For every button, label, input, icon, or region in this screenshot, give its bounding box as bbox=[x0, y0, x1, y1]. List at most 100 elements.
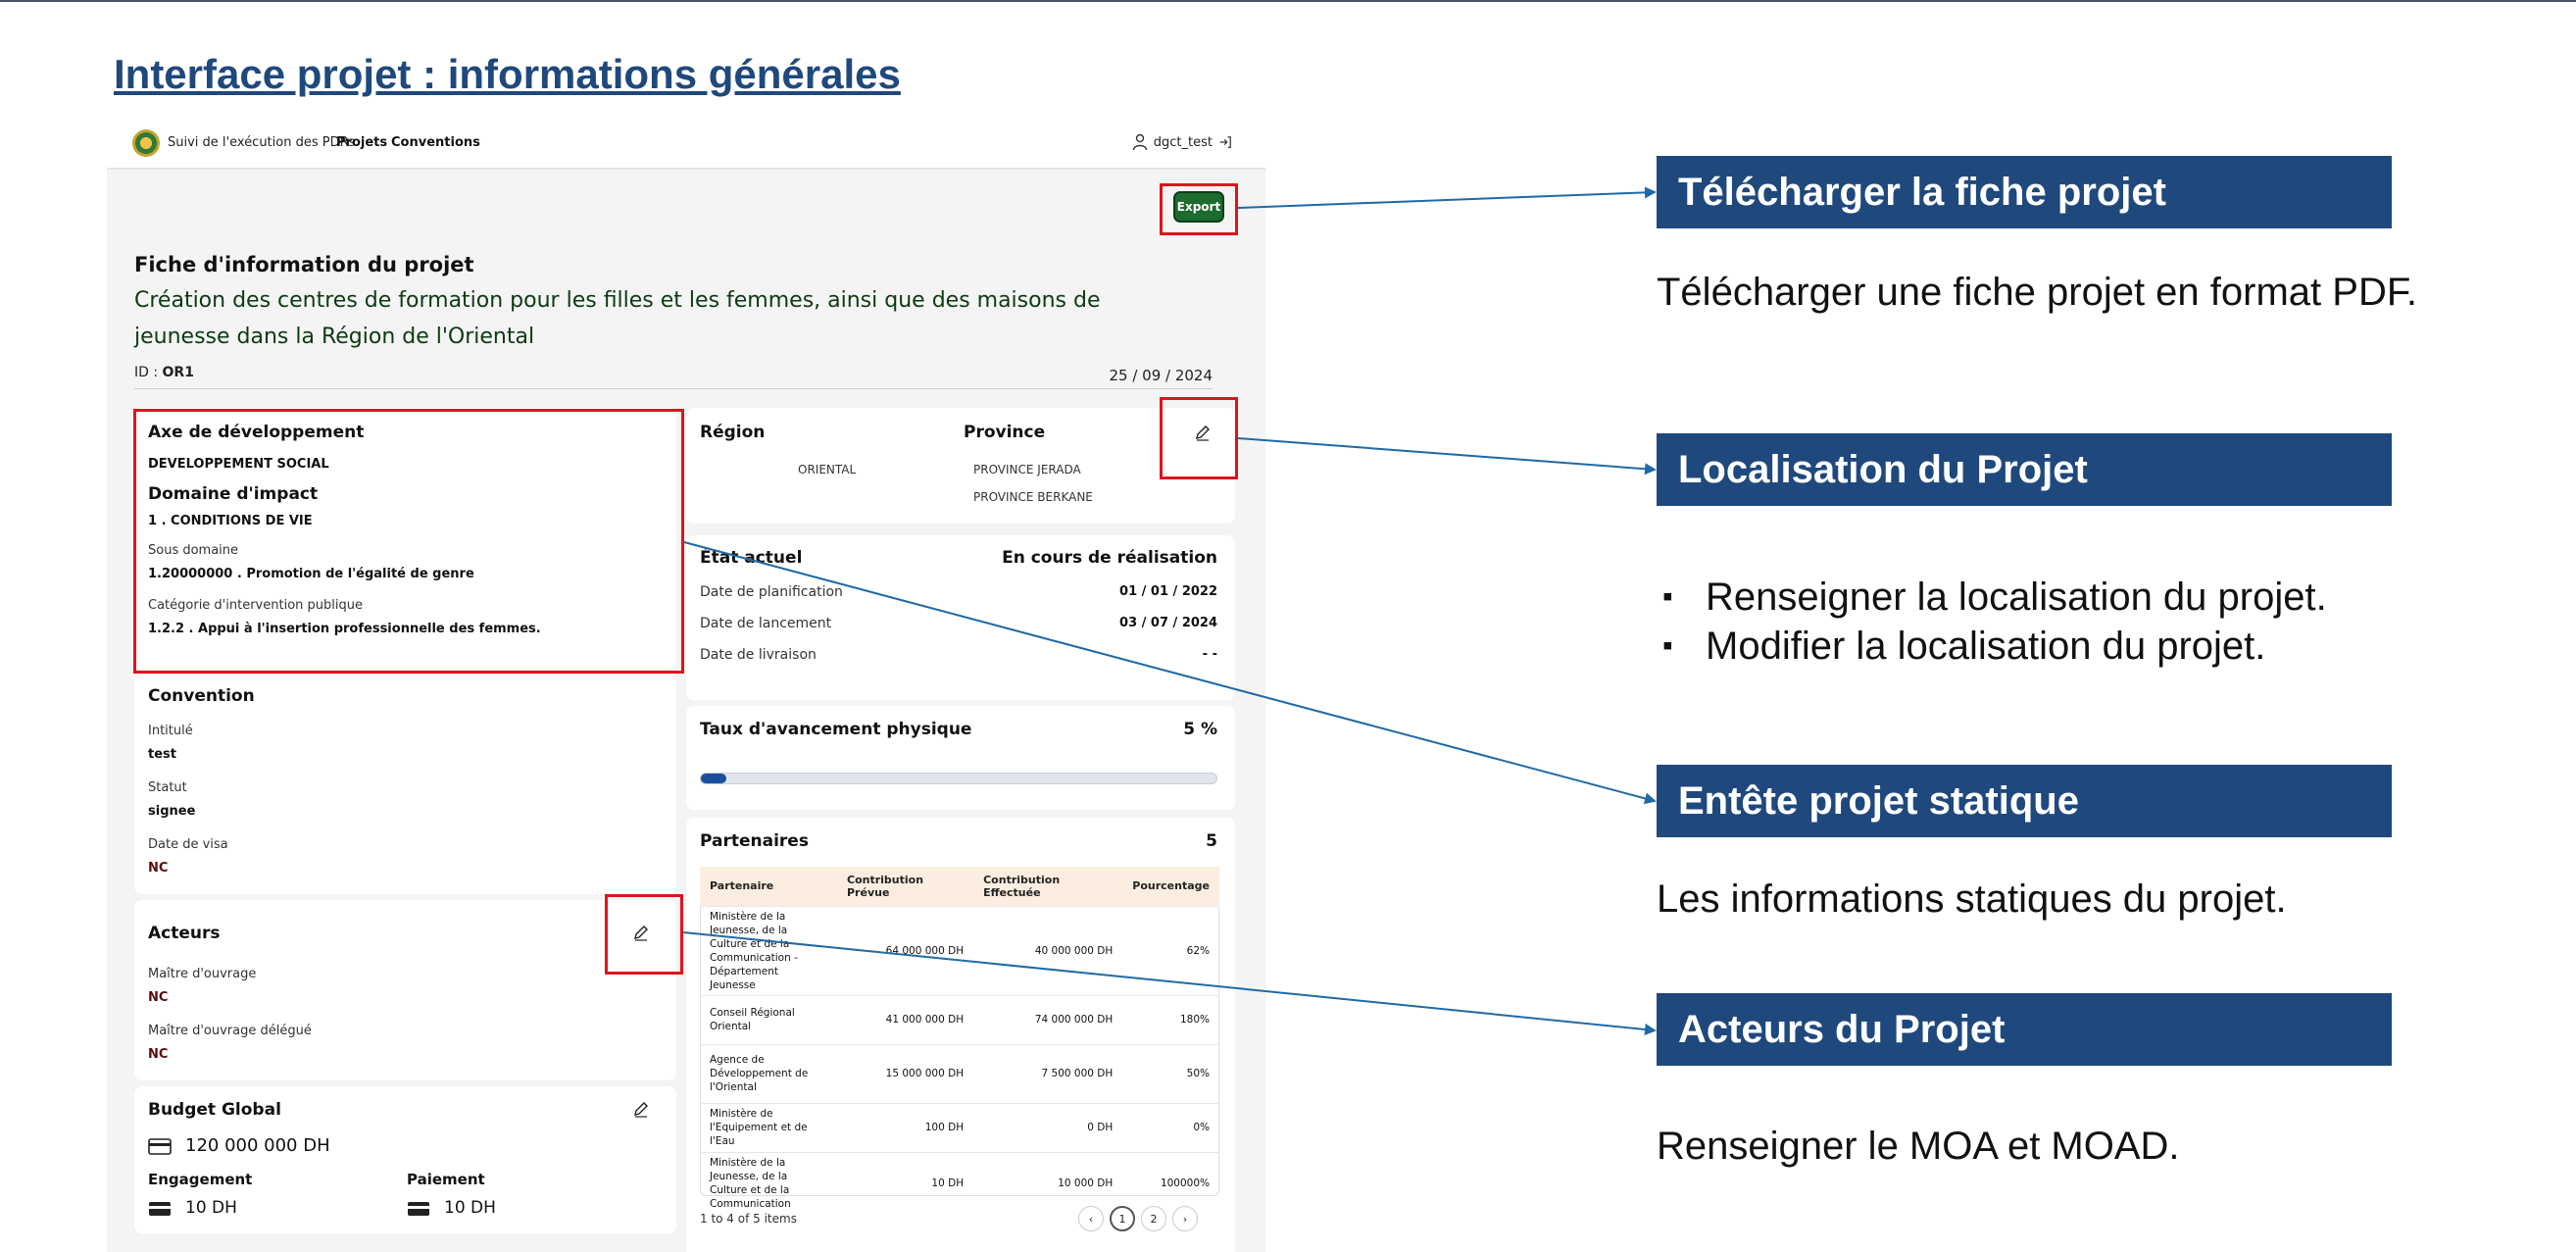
cell-prevue: 10 DH bbox=[837, 1151, 974, 1214]
partenaires-title: Partenaires bbox=[700, 831, 809, 851]
table-row: Ministère de l'Equipement et de l'Eau 10… bbox=[700, 1102, 1219, 1152]
cell-prevue: 64 000 000 DH bbox=[837, 905, 974, 995]
header-divider bbox=[134, 388, 1213, 389]
slide-top-border bbox=[0, 0, 2576, 2]
budget-title: Budget Global bbox=[148, 1100, 281, 1120]
username: dgct_test bbox=[1153, 134, 1213, 150]
engagement-value: 10 DH bbox=[185, 1198, 237, 1218]
project-date: 25 / 09 / 2024 bbox=[1109, 367, 1213, 384]
acteurs-title: Acteurs bbox=[148, 924, 221, 943]
partenaires-card: Partenaires 5 Partenaire Contribution Pr… bbox=[686, 818, 1235, 1252]
province-label: Province bbox=[964, 423, 1046, 442]
nav-projets[interactable]: Projets bbox=[336, 135, 387, 150]
convention-title: Convention bbox=[148, 686, 255, 706]
card-icon-engagement bbox=[149, 1202, 171, 1216]
cell-pourcentage: 0% bbox=[1122, 1102, 1219, 1152]
moa-label: Maître d'ouvrage bbox=[148, 967, 257, 981]
app-logo bbox=[132, 129, 160, 157]
statut-value: signee bbox=[148, 804, 196, 819]
callout-acteurs-desc: Renseigner le MOA et MOAD. bbox=[1657, 1125, 2180, 1168]
province-value-2: PROVINCE BERKANE bbox=[973, 490, 1093, 504]
table-row: Conseil Régional Oriental 41 000 000 DH … bbox=[700, 994, 1219, 1044]
visa-label: Date de visa bbox=[148, 837, 228, 852]
user-menu[interactable]: dgct_test bbox=[1132, 133, 1232, 151]
edit-budget-icon[interactable] bbox=[632, 1100, 650, 1118]
statut-label: Statut bbox=[148, 780, 187, 795]
moad-value: NC bbox=[148, 1047, 169, 1062]
table-row: Ministère de la Jeunesse, de la Culture … bbox=[700, 905, 1219, 995]
etat-status: En cours de réalisation bbox=[1002, 548, 1217, 568]
engagement-label: Engagement bbox=[148, 1171, 253, 1188]
highlight-acteurs bbox=[605, 894, 683, 975]
id-value: OR1 bbox=[162, 365, 194, 380]
cell-prevue: 41 000 000 DH bbox=[837, 994, 974, 1044]
localisation-card: Région Province ORIENTAL PROVINCE JERADA… bbox=[686, 408, 1235, 524]
callout-entete-title: Entête projet statique bbox=[1657, 765, 2392, 837]
arrow-export bbox=[1237, 186, 1657, 209]
slide-title: Interface projet : informations générale… bbox=[114, 51, 901, 97]
id-prefix: ID : bbox=[134, 365, 159, 380]
callout-localisation-title: Localisation du Projet bbox=[1657, 433, 2392, 506]
app-header: Suivi de l'exécution des PDRs Projets Co… bbox=[107, 116, 1265, 170]
project-id: ID : OR1 bbox=[134, 365, 194, 380]
fiche-label: Fiche d'information du projet bbox=[134, 253, 474, 276]
partenaires-count: 5 bbox=[1206, 831, 1217, 851]
moa-value: NC bbox=[148, 990, 169, 1005]
callout-entete-desc: Les informations statiques du projet. bbox=[1657, 877, 2287, 921]
budget-card: Budget Global 120 000 000 DH Engagement … bbox=[134, 1086, 676, 1233]
livraison-value: - - bbox=[1202, 647, 1217, 662]
page-1-button[interactable]: 1 bbox=[1110, 1206, 1135, 1231]
col-contribution-effectuee[interactable]: Contribution Effectuée bbox=[973, 867, 1123, 906]
convention-card: Convention Intitulé test Statut signee D… bbox=[134, 675, 676, 894]
etat-title: État actuel bbox=[700, 548, 803, 568]
cell-pourcentage: 100000% bbox=[1122, 1151, 1219, 1214]
callout-acteurs-title: Acteurs du Projet bbox=[1657, 993, 2392, 1066]
province-value-1: PROVINCE JERADA bbox=[973, 463, 1081, 476]
cell-effectuee: 0 DH bbox=[973, 1102, 1123, 1152]
paiement-label: Paiement bbox=[407, 1171, 485, 1188]
cell-prevue: 100 DH bbox=[837, 1102, 974, 1152]
arrow-localisation bbox=[1237, 437, 1657, 476]
partenaires-table: Partenaire Contribution Prévue Contribut… bbox=[700, 867, 1219, 1214]
logout-icon[interactable] bbox=[1218, 135, 1232, 149]
lancement-value: 03 / 07 / 2024 bbox=[1119, 616, 1217, 630]
avancement-title: Taux d'avancement physique bbox=[700, 720, 972, 739]
bullet-item: Modifier la localisation du projet. bbox=[1657, 622, 2327, 671]
col-contribution-prevue[interactable]: Contribution Prévue bbox=[837, 867, 974, 906]
app-title[interactable]: Suivi de l'exécution des PDRs bbox=[168, 135, 355, 150]
lancement-label: Date de lancement bbox=[700, 616, 832, 631]
cell-prevue: 15 000 000 DH bbox=[837, 1043, 974, 1103]
nav-conventions[interactable]: Conventions bbox=[391, 135, 480, 150]
intitule-label: Intitulé bbox=[148, 724, 193, 738]
credit-card-icon bbox=[148, 1138, 172, 1155]
callout-telecharger-desc: Télécharger une fiche projet en format P… bbox=[1657, 271, 2417, 314]
user-icon bbox=[1132, 133, 1147, 151]
avancement-card: Taux d'avancement physique 5 % bbox=[686, 706, 1235, 810]
card-icon-paiement bbox=[408, 1202, 429, 1216]
avancement-value: 5 % bbox=[1183, 720, 1217, 739]
cell-partenaire: Ministère de l'Equipement et de l'Eau bbox=[700, 1102, 837, 1152]
cell-partenaire: Ministère de la Jeunesse, de la Culture … bbox=[700, 905, 837, 995]
budget-total: 120 000 000 DH bbox=[185, 1135, 330, 1156]
highlight-export bbox=[1160, 183, 1238, 235]
pagination-info: 1 to 4 of 5 items bbox=[700, 1212, 797, 1226]
bullet-item: Renseigner la localisation du projet. bbox=[1657, 573, 2327, 622]
cell-effectuee: 10 000 DH bbox=[973, 1151, 1123, 1214]
progress-fill bbox=[701, 774, 727, 783]
highlight-entete bbox=[133, 409, 684, 674]
next-page-icon[interactable]: › bbox=[1172, 1206, 1198, 1231]
col-partenaire[interactable]: Partenaire bbox=[700, 867, 837, 906]
col-pourcentage[interactable]: Pourcentage bbox=[1122, 867, 1219, 906]
table-row: Ministère de la Jeunesse, de la Culture … bbox=[700, 1151, 1219, 1214]
page-2-button[interactable]: 2 bbox=[1141, 1206, 1166, 1231]
region-label: Région bbox=[700, 423, 766, 442]
cell-effectuee: 40 000 000 DH bbox=[973, 905, 1123, 995]
table-row: Agence de Développement de l'Oriental 15… bbox=[700, 1043, 1219, 1103]
cell-pourcentage: 62% bbox=[1122, 905, 1219, 995]
callout-telecharger-title: Télécharger la fiche projet bbox=[1657, 156, 2392, 228]
paiement-value: 10 DH bbox=[444, 1198, 496, 1218]
acteurs-card: Acteurs Maître d'ouvrage NC Maître d'ouv… bbox=[134, 900, 676, 1080]
intitule-value: test bbox=[148, 747, 176, 762]
planif-label: Date de planification bbox=[700, 584, 843, 600]
prev-page-icon[interactable]: ‹ bbox=[1078, 1206, 1104, 1231]
